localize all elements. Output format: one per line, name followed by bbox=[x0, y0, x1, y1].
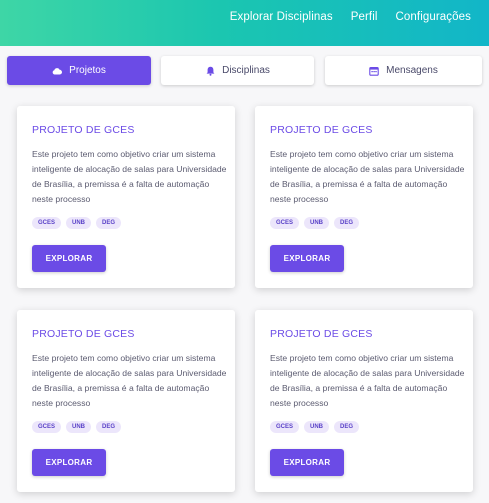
calendar-icon bbox=[369, 66, 379, 76]
card-description: Este projeto tem como objetivo criar um … bbox=[270, 149, 465, 204]
tab-disciplinas[interactable]: Disciplinas bbox=[161, 56, 314, 85]
tag-gces[interactable]: GCES bbox=[32, 217, 62, 229]
card-title: PROJETO DE GCES bbox=[32, 124, 135, 136]
nav-explorar-disciplinas[interactable]: Explorar Disciplinas bbox=[230, 11, 333, 23]
card-description: Este projeto tem como objetivo criar um … bbox=[270, 353, 465, 408]
tab-label: Mensagens bbox=[386, 65, 438, 76]
cloud-icon bbox=[52, 66, 63, 76]
tag-unb[interactable]: UNB bbox=[304, 421, 330, 433]
nav-perfil[interactable]: Perfil bbox=[351, 11, 378, 23]
tab-label: Disciplinas bbox=[222, 65, 270, 76]
top-nav-links: Explorar Disciplinas Perfil Configuraçõe… bbox=[212, 11, 471, 23]
bell-icon bbox=[205, 66, 215, 76]
tag-deg[interactable]: DEG bbox=[334, 217, 360, 229]
card-title: PROJETO DE GCES bbox=[32, 328, 135, 340]
tab-label: Projetos bbox=[69, 65, 106, 76]
tag-unb[interactable]: UNB bbox=[66, 421, 92, 433]
tag-unb[interactable]: UNB bbox=[304, 217, 330, 229]
tag-deg[interactable]: DEG bbox=[96, 421, 122, 433]
tag-gces[interactable]: GCES bbox=[270, 421, 300, 433]
tab-mensagens[interactable]: Mensagens bbox=[325, 56, 482, 85]
card-tags: GCES UNB DEG bbox=[270, 421, 360, 433]
tag-gces[interactable]: GCES bbox=[32, 421, 62, 433]
tag-deg[interactable]: DEG bbox=[334, 421, 360, 433]
explorar-button[interactable]: EXPLORAR bbox=[270, 245, 344, 272]
top-navbar: Explorar Disciplinas Perfil Configuraçõe… bbox=[0, 0, 489, 46]
card-tags: GCES UNB DEG bbox=[270, 217, 360, 229]
card-title: PROJETO DE GCES bbox=[270, 328, 373, 340]
tab-projetos[interactable]: Projetos bbox=[7, 56, 151, 85]
explorar-button[interactable]: EXPLORAR bbox=[270, 449, 344, 476]
project-card: PROJETO DE GCES Este projeto tem como ob… bbox=[17, 310, 235, 492]
card-tags: GCES UNB DEG bbox=[32, 421, 122, 433]
card-description: Este projeto tem como objetivo criar um … bbox=[32, 149, 227, 204]
card-title: PROJETO DE GCES bbox=[270, 124, 373, 136]
tag-unb[interactable]: UNB bbox=[66, 217, 92, 229]
nav-configuracoes[interactable]: Configurações bbox=[396, 11, 471, 23]
tab-bar: Projetos Disciplinas Mensagens bbox=[7, 56, 482, 85]
project-card: PROJETO DE GCES Este projeto tem como ob… bbox=[255, 310, 473, 492]
card-tags: GCES UNB DEG bbox=[32, 217, 122, 229]
project-card: PROJETO DE GCES Este projeto tem como ob… bbox=[17, 106, 235, 288]
tag-deg[interactable]: DEG bbox=[96, 217, 122, 229]
explorar-button[interactable]: EXPLORAR bbox=[32, 449, 106, 476]
project-card: PROJETO DE GCES Este projeto tem como ob… bbox=[255, 106, 473, 288]
tag-gces[interactable]: GCES bbox=[270, 217, 300, 229]
explorar-button[interactable]: EXPLORAR bbox=[32, 245, 106, 272]
card-description: Este projeto tem como objetivo criar um … bbox=[32, 353, 227, 408]
